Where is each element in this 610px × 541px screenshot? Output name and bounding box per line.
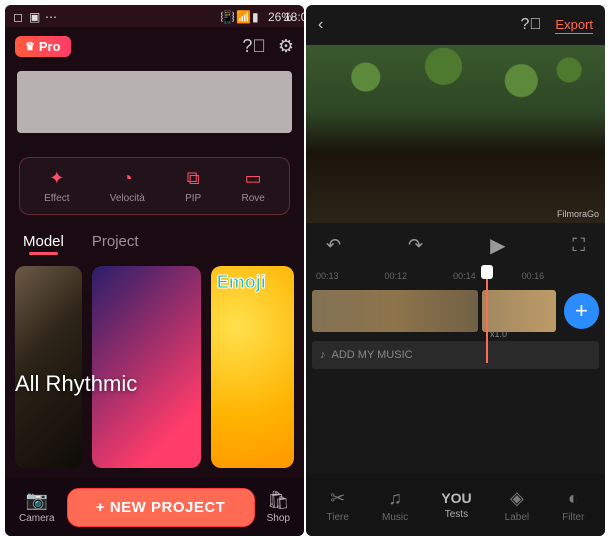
ad-placeholder[interactable] — [17, 71, 292, 133]
timeline[interactable]: + x1.0 — [306, 285, 605, 337]
pro-badge[interactable]: ♛ Pro — [15, 36, 71, 57]
speed-indicator: x1.0 — [490, 329, 507, 339]
tool-velocity[interactable]: ◔ Velocità — [110, 168, 145, 204]
template-tabs: Model Project — [5, 225, 304, 256]
wifi-icon: 📶 — [236, 10, 248, 22]
status-icons-left: ◻ ▣ ⋯ — [13, 10, 57, 22]
redo-icon[interactable]: ↷ — [408, 235, 423, 256]
ruler-tick: 00:16 — [522, 271, 545, 281]
new-project-button[interactable]: + NEW PROJECT — [67, 488, 255, 527]
pro-label: Pro — [39, 39, 61, 54]
quick-tools: ✦ Effect ◔ Velocità ⧉ PIP ▭ Rove — [19, 157, 290, 215]
notification-icon: ▣ — [29, 10, 41, 22]
status-icons-right: 📳 📶 ▮ 26% 18:05 — [220, 10, 296, 22]
editor-toolbar: ✂ Tiere ♫ Music YOU Tests ◈ Label ◐ Filt… — [306, 474, 605, 536]
crown-icon: ♛ — [25, 40, 35, 53]
notification-icon: ◻ — [13, 10, 25, 22]
export-button[interactable]: Export — [555, 17, 593, 34]
label-icon: ◈ — [510, 488, 524, 509]
app-top-bar: ♛ Pro ?⃝ ⚙ — [5, 27, 304, 65]
battery-text: 26% — [268, 10, 280, 22]
tab-model[interactable]: Model — [23, 233, 64, 250]
shop-button[interactable]: 🛍 Shop — [261, 486, 296, 528]
editor-top-bar: ‹ ?⃝ Export — [306, 5, 605, 45]
help-icon[interactable]: ?⃝ — [521, 16, 542, 34]
speed-icon: ◔ — [122, 168, 133, 189]
video-clip[interactable] — [312, 290, 478, 332]
signal-icon: ▮ — [252, 10, 264, 22]
tab-project[interactable]: Project — [92, 233, 139, 250]
watermark: FilmoraGo — [557, 209, 599, 219]
tool-effect[interactable]: ✦ Effect — [44, 168, 69, 204]
filter-icon: ◐ — [568, 488, 579, 509]
ruler-tick: 00:14 — [453, 271, 476, 281]
timeline-ruler: 00:13 00:12 00:14 00:16 — [306, 267, 605, 285]
shop-icon: 🛍 — [267, 490, 290, 511]
bottom-bar: 📷 Camera + NEW PROJECT 🛍 Shop — [5, 478, 304, 536]
notification-icon: ⋯ — [45, 10, 57, 22]
add-clip-button[interactable]: + — [564, 293, 599, 329]
carousel-hero-label: All Rhythmic — [5, 371, 137, 397]
music-icon: ♫ — [388, 488, 402, 509]
tool-filter[interactable]: ◐ Filter — [562, 488, 584, 523]
home-screen: ◻ ▣ ⋯ 📳 📶 ▮ 26% 18:05 ♛ Pro ?⃝ ⚙ ✦ Effec… — [5, 5, 304, 536]
music-label: ADD MY MUSIC — [332, 349, 413, 361]
template-card[interactable] — [15, 266, 82, 468]
ruler-tick: 00:13 — [316, 271, 339, 281]
ruler-tick: 00:12 — [385, 271, 408, 281]
settings-icon[interactable]: ⚙ — [278, 36, 294, 57]
transport-controls: ↶ ↷ ▶ ⛶ — [306, 223, 605, 267]
editor-screen: ‹ ?⃝ Export FilmoraGo ↶ ↷ ▶ ⛶ 00:13 00:1… — [306, 5, 605, 536]
template-card[interactable] — [92, 266, 201, 468]
tool-pip[interactable]: ⧉ PIP — [185, 168, 201, 204]
camera-button[interactable]: 📷 Camera — [13, 486, 61, 528]
tool-label[interactable]: ◈ Label — [505, 488, 529, 523]
tool-tiere[interactable]: ✂ Tiere — [327, 488, 349, 523]
pip-icon: ⧉ — [187, 168, 200, 189]
fullscreen-icon[interactable]: ⛶ — [572, 235, 585, 256]
rove-icon: ▭ — [245, 168, 262, 189]
template-card[interactable]: Emoji — [211, 266, 294, 468]
clock: 18:05 — [284, 10, 296, 22]
help-icon[interactable]: ?⃝ — [242, 36, 266, 57]
undo-icon[interactable]: ↶ — [326, 235, 341, 256]
music-track[interactable]: ♪ ADD MY MUSIC — [312, 341, 599, 369]
tool-text[interactable]: YOU Tests — [441, 490, 471, 520]
text-icon: YOU — [441, 490, 471, 506]
template-title: Emoji — [217, 272, 266, 293]
template-carousel[interactable]: Emoji All Rhythmic — [5, 256, 304, 478]
effect-icon: ✦ — [49, 168, 64, 189]
vibrate-icon: 📳 — [220, 10, 232, 22]
video-preview[interactable]: FilmoraGo — [306, 45, 605, 223]
tool-rove[interactable]: ▭ Rove — [241, 168, 264, 204]
video-clip[interactable] — [482, 290, 556, 332]
tool-music[interactable]: ♫ Music — [382, 488, 408, 523]
playhead[interactable] — [486, 267, 488, 363]
android-status-bar: ◻ ▣ ⋯ 📳 📶 ▮ 26% 18:05 — [5, 5, 304, 27]
music-icon: ♪ — [320, 349, 326, 361]
camera-icon: 📷 — [26, 490, 48, 511]
scissors-icon: ✂ — [330, 488, 345, 509]
play-button[interactable]: ▶ — [490, 233, 505, 258]
back-icon[interactable]: ‹ — [318, 16, 323, 34]
